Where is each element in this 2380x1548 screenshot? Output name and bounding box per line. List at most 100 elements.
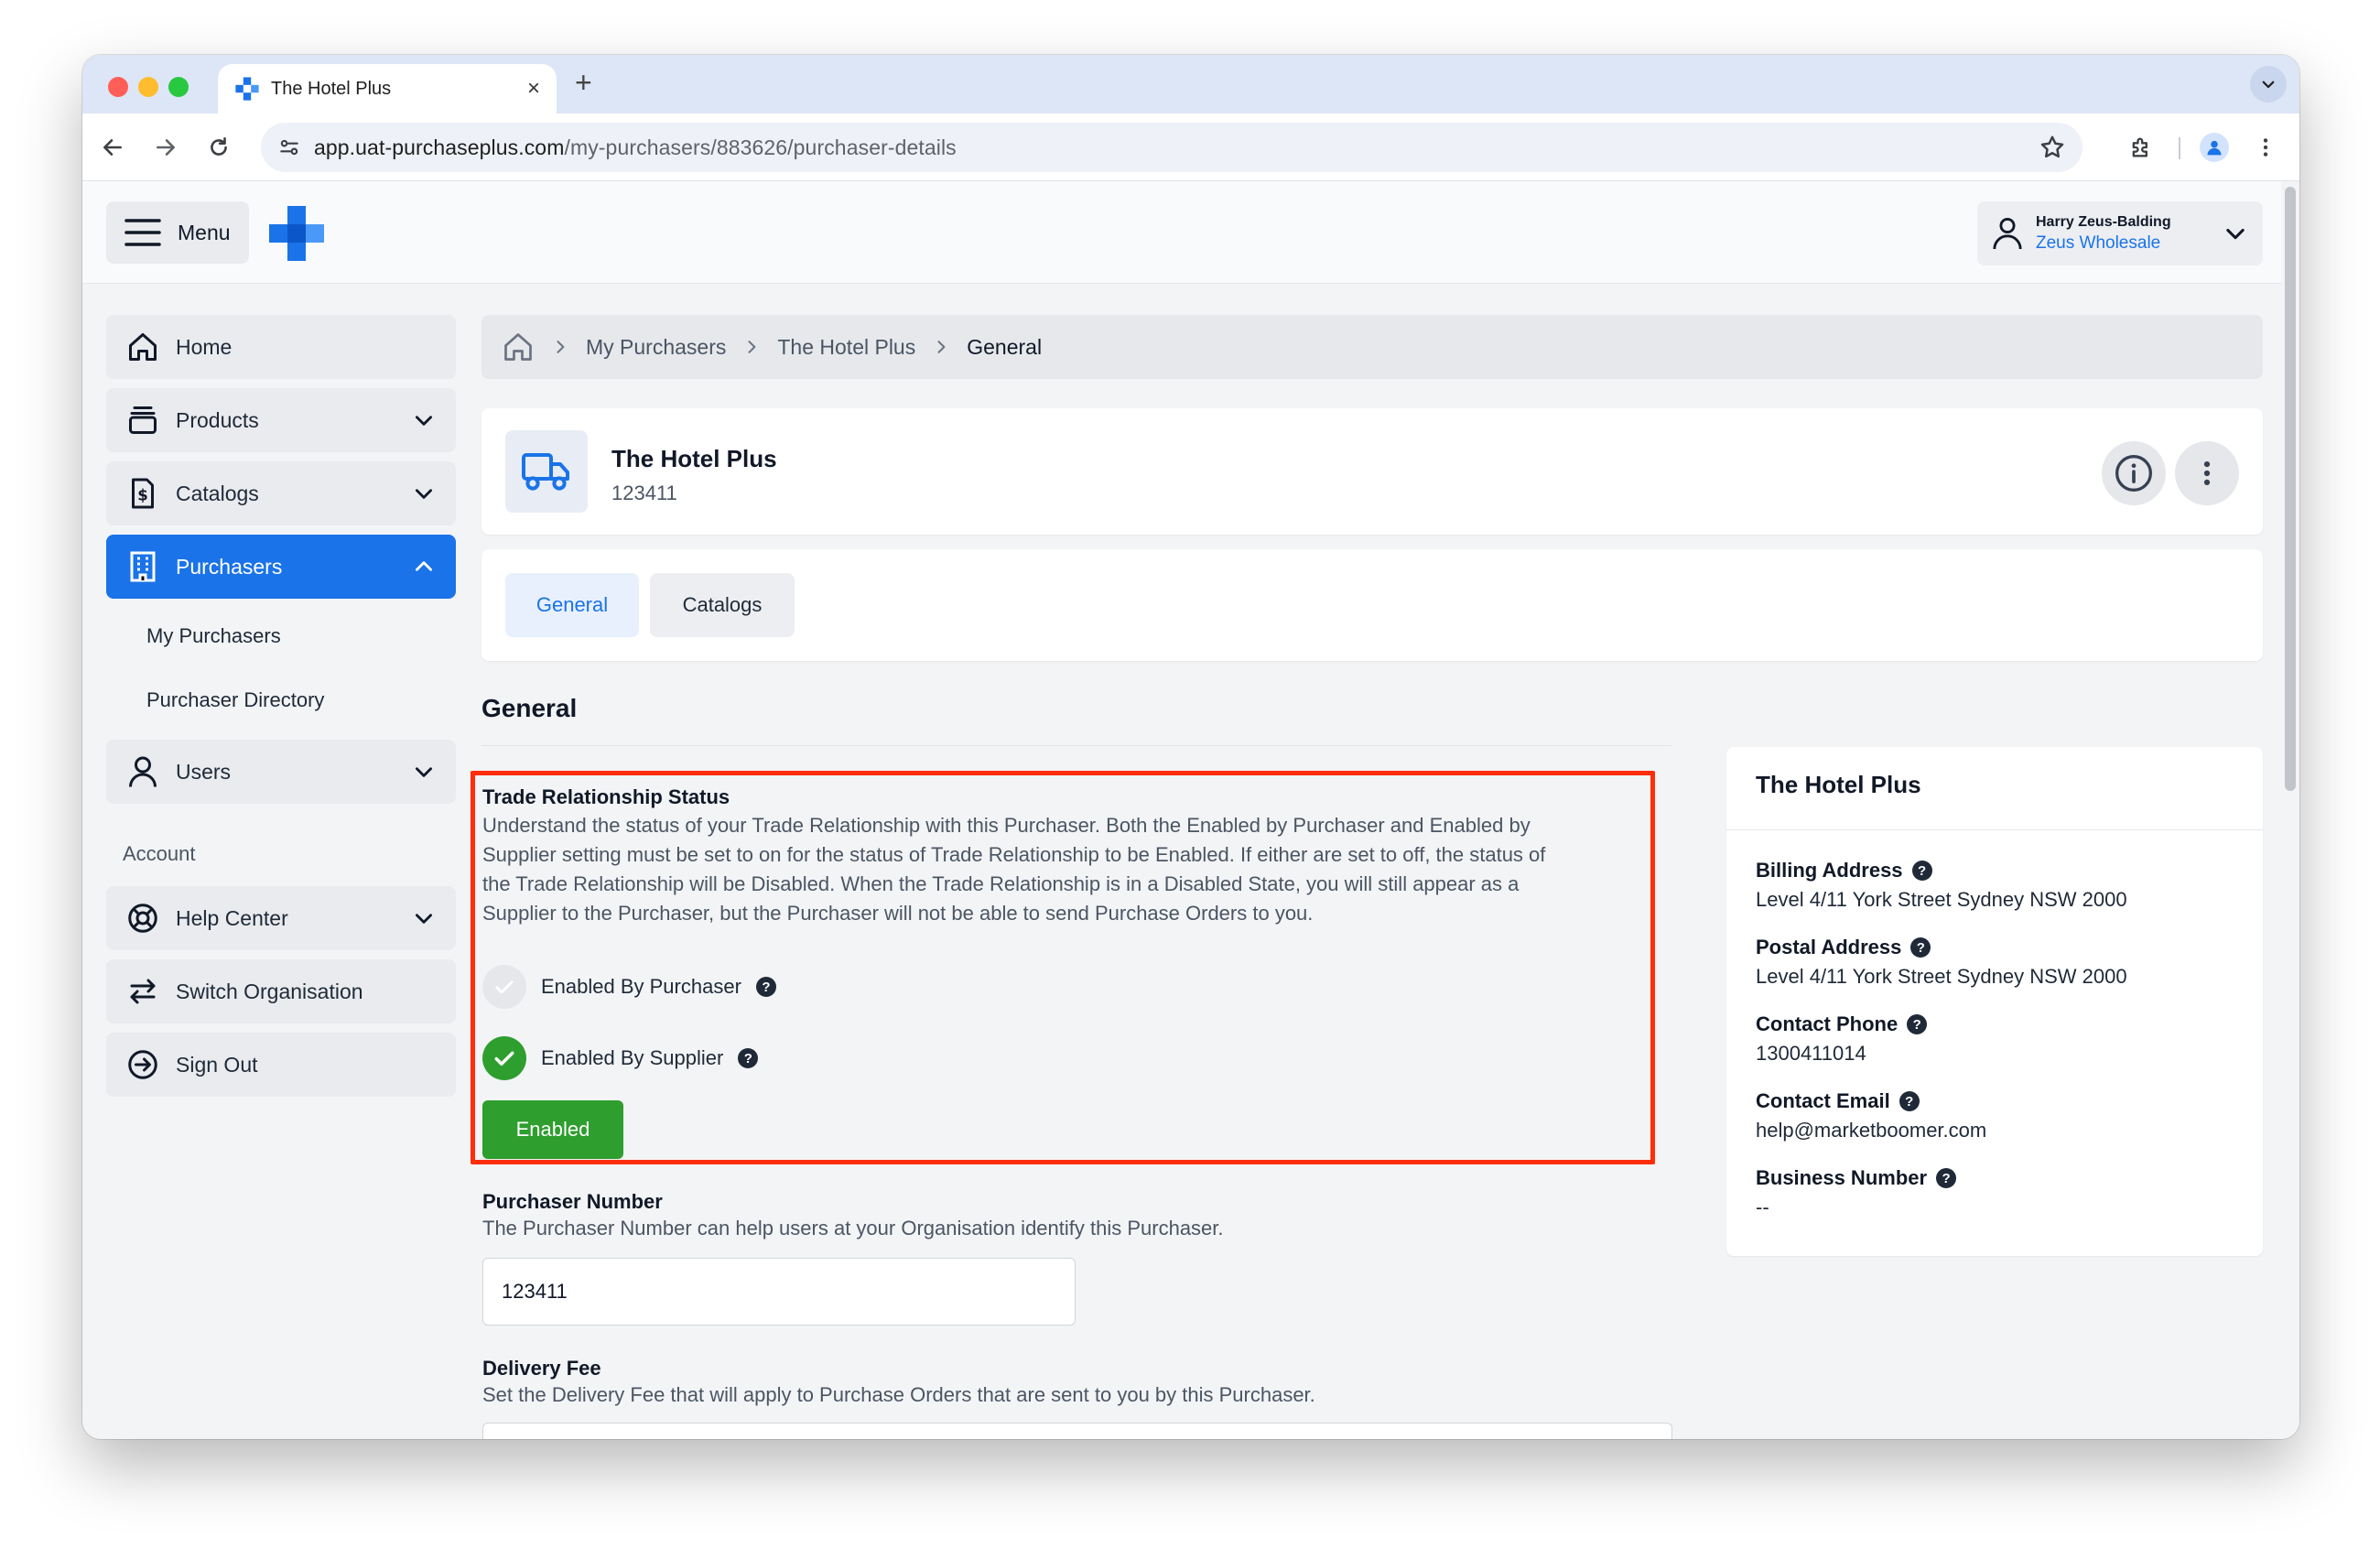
help-icon[interactable]: ? (1936, 1168, 1957, 1188)
help-icon[interactable]: ? (755, 977, 776, 997)
trade-status-badge: Enabled (482, 1100, 623, 1159)
sidebar-item-purchasers[interactable]: Purchasers (106, 535, 456, 599)
user-icon (1993, 218, 2022, 250)
sidebar-item-help-center[interactable]: Help Center (106, 886, 456, 950)
help-icon[interactable]: ? (1907, 1014, 1928, 1034)
browser-menu-button[interactable] (2250, 132, 2281, 163)
sign-out-icon (128, 1050, 157, 1079)
browser-window: The Hotel Plus × + app.uat-purchaseplus.… (82, 55, 2299, 1439)
bookmark-star-icon[interactable] (2039, 134, 2066, 161)
sidebar-item-switch-organisation[interactable]: Switch Organisation (106, 959, 456, 1023)
browser-tab[interactable]: The Hotel Plus × (218, 64, 557, 114)
tab-catalogs[interactable]: Catalogs (650, 573, 795, 637)
tab-general[interactable]: General (505, 573, 639, 637)
scrollbar-thumb[interactable] (2285, 187, 2296, 791)
contact-phone-value: 1300411014 (1756, 1042, 1866, 1065)
details-card-divider (1726, 829, 2263, 830)
puzzle-icon (2132, 137, 2147, 157)
menu-button[interactable]: Menu (106, 201, 249, 264)
purchaser-number-input[interactable] (482, 1258, 1076, 1326)
purchaser-number-description: The Purchaser Number can help users at y… (482, 1217, 1224, 1239)
tabs-bar: General Catalogs (481, 549, 2263, 661)
url-text: app.uat-purchaseplus.com/my-purchasers/8… (314, 135, 957, 159)
site-settings-icon[interactable] (277, 135, 301, 159)
kebab-menu-icon (2203, 460, 2211, 486)
person-icon (2207, 140, 2222, 156)
sidebar-item-label: Help Center (176, 905, 288, 930)
contact-email-label: Contact Email (1756, 1089, 1890, 1112)
tab-close-icon[interactable]: × (527, 78, 540, 100)
tab-search-button[interactable] (2250, 66, 2287, 103)
app-header: Menu Harry Zeus-Balding Zeus Wholesale (82, 181, 2299, 284)
help-icon[interactable]: ? (1911, 861, 1932, 881)
chevron-down-icon (416, 914, 432, 924)
breadcrumb-link-my-purchasers[interactable]: My Purchasers (586, 335, 726, 360)
business-number-label: Business Number (1756, 1166, 1928, 1189)
sidebar-item-label: Users (176, 759, 232, 784)
user-menu-button[interactable]: Harry Zeus-Balding Zeus Wholesale (1977, 201, 2263, 265)
sidebar-item-products[interactable]: Products (106, 388, 456, 452)
profile-avatar (2200, 133, 2229, 162)
postal-address-value: Level 4/11 York Street Sydney NSW 2000 (1756, 965, 2127, 988)
details-card-title: The Hotel Plus (1756, 771, 1921, 798)
sidebar-subitem-my-purchasers[interactable]: My Purchasers (146, 624, 281, 648)
back-button[interactable] (97, 132, 128, 163)
sidebar-item-label: Home (176, 334, 233, 359)
page-scrollbar[interactable] (2281, 181, 2299, 1439)
sidebar-item-label: Products (176, 407, 259, 432)
reload-button[interactable] (203, 132, 234, 163)
info-icon (2115, 455, 2152, 492)
contact-email-field: Contact Email? help@marketboomer.com (1756, 1089, 1986, 1142)
address-bar[interactable]: app.uat-purchaseplus.com/my-purchasers/8… (261, 123, 2082, 172)
chevron-right-icon (932, 338, 950, 356)
lifebuoy-icon (128, 904, 157, 933)
chevron-up-icon (416, 561, 432, 571)
help-icon[interactable]: ? (1910, 937, 1931, 958)
reload-icon (211, 136, 227, 156)
tab-title: The Hotel Plus (271, 78, 392, 99)
switch-arrows-icon (130, 979, 156, 1004)
purchaser-avatar (505, 430, 588, 513)
help-icon[interactable]: ? (1899, 1091, 1920, 1111)
new-tab-button[interactable]: + (575, 68, 592, 97)
delivery-fee-input[interactable] (482, 1423, 1672, 1439)
sidebar-item-label: Purchasers (176, 554, 283, 579)
purchaser-number: 123411 (611, 482, 677, 504)
enabled-by-supplier-label: Enabled By Supplier (541, 1046, 724, 1069)
breadcrumb-link-purchaser[interactable]: The Hotel Plus (777, 335, 915, 360)
contact-phone-field: Contact Phone? 1300411014 (1756, 1012, 1928, 1066)
info-button[interactable] (2102, 441, 2166, 505)
billing-address-field: Billing Address? Level 4/11 York Street … (1756, 859, 2127, 912)
catalogs-icon: $ (132, 478, 154, 509)
minimize-window-button[interactable] (138, 77, 158, 97)
maximize-window-button[interactable] (168, 77, 189, 97)
help-icon[interactable]: ? (738, 1048, 759, 1068)
extensions-button[interactable] (2126, 132, 2157, 163)
svg-text:$: $ (137, 487, 147, 504)
purchaser-name: The Hotel Plus (611, 445, 777, 472)
postal-address-field: Postal Address? Level 4/11 York Street S… (1756, 936, 2127, 989)
home-icon[interactable] (502, 330, 535, 363)
enabled-by-supplier-checkbox[interactable] (482, 1036, 526, 1080)
section-divider (481, 745, 1671, 746)
sidebar-item-home[interactable]: Home (106, 315, 456, 379)
billing-address-value: Level 4/11 York Street Sydney NSW 2000 (1756, 888, 2127, 911)
sidebar-subitem-purchaser-directory[interactable]: Purchaser Directory (146, 688, 324, 712)
arrow-right-icon (157, 139, 175, 156)
delivery-fee-description: Set the Delivery Fee that will apply to … (482, 1383, 1315, 1406)
hamburger-icon (124, 219, 161, 246)
close-window-button[interactable] (108, 77, 128, 97)
postal-address-label: Postal Address (1756, 936, 1902, 958)
enabled-by-purchaser-checkbox[interactable] (482, 965, 526, 1009)
sidebar-item-catalogs[interactable]: $ Catalogs (106, 461, 456, 525)
more-actions-button[interactable] (2175, 441, 2239, 505)
profile-button[interactable] (2199, 132, 2230, 163)
enabled-by-purchaser-label: Enabled By Purchaser (541, 975, 741, 998)
app-logo[interactable] (269, 206, 324, 261)
sidebar-item-sign-out[interactable]: Sign Out (106, 1033, 456, 1097)
trade-relationship-description: Understand the status of your Trade Rela… (482, 814, 1546, 925)
forward-button[interactable] (150, 132, 181, 163)
menu-label: Menu (178, 220, 231, 244)
sidebar-item-users[interactable]: Users (106, 740, 456, 804)
purchaser-details-card: The Hotel Plus Billing Address? Level 4/… (1726, 747, 2263, 1256)
